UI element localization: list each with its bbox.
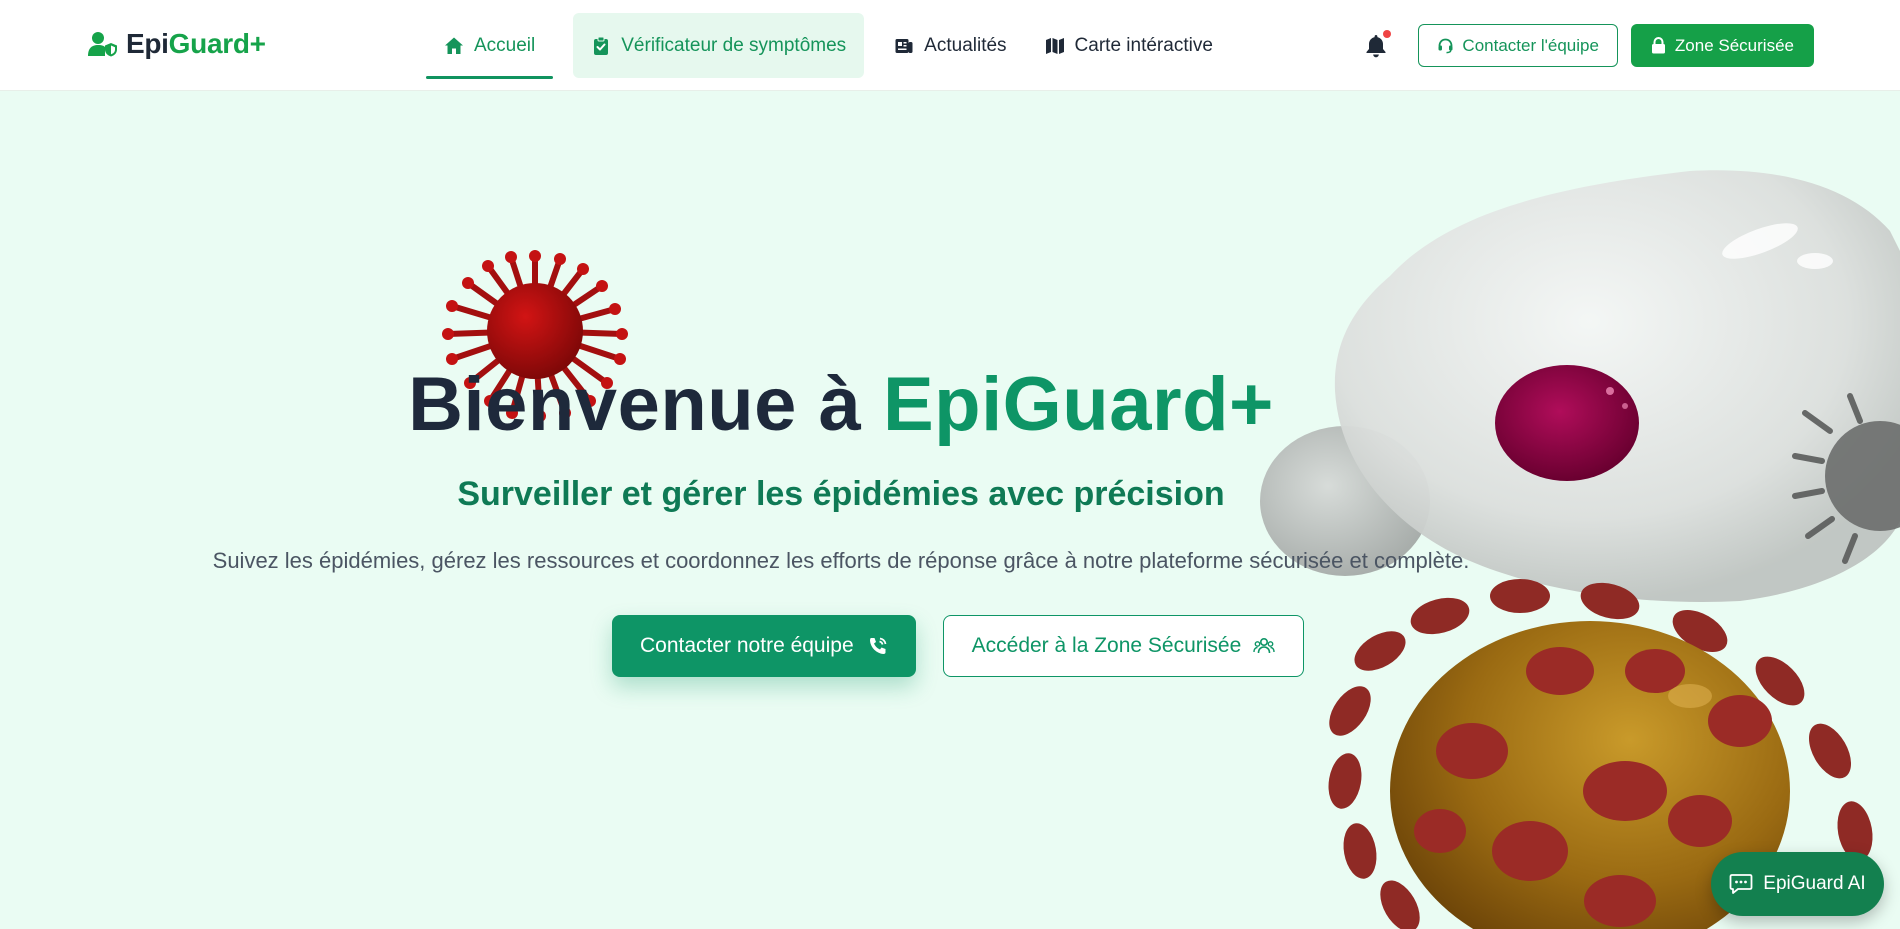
secure-zone-button[interactable]: Zone Sécurisée	[1630, 24, 1814, 67]
home-icon	[445, 37, 463, 54]
contact-our-team-label: Contacter notre équipe	[640, 634, 854, 657]
epiguard-ai-label: EpiGuard AI	[1763, 873, 1866, 894]
nav-item-accueil[interactable]: Accueil	[426, 13, 554, 79]
phone-volume-icon	[869, 637, 887, 654]
nav-label: Actualités	[924, 34, 1007, 56]
nav-item-carte[interactable]: Carte intéractive	[1027, 13, 1231, 78]
main-nav: Accueil Vérificateur de symptômes Actual…	[426, 13, 1233, 79]
nav-item-actualites[interactable]: Actualités	[876, 13, 1024, 78]
brand-name-part2: Guard+	[168, 28, 266, 59]
hero-cta-group: Contacter notre équipe Accéder à la Zone…	[612, 615, 1305, 677]
nav-label: Vérificateur de symptômes	[621, 34, 847, 56]
access-secure-zone-button[interactable]: Accéder à la Zone Sécurisée	[942, 615, 1305, 677]
contact-team-button[interactable]: Contacter l'équipe	[1418, 24, 1618, 67]
user-shield-icon	[88, 32, 117, 57]
hero-title-part2: EpiGuard+	[882, 362, 1274, 447]
nav-label: Accueil	[474, 34, 536, 56]
nav-label: Carte intéractive	[1074, 34, 1213, 56]
contact-team-label: Contacter l'équipe	[1462, 35, 1599, 55]
clipboard-check-icon	[594, 36, 609, 55]
access-secure-zone-label: Accéder à la Zone Sécurisée	[971, 634, 1242, 657]
nav-item-symptom-checker[interactable]: Vérificateur de symptômes	[573, 13, 865, 78]
hero-section: Bienvenue à EpiGuard+ Surveiller et gére…	[0, 91, 1900, 929]
brand-logo[interactable]: Epi Guard+	[88, 28, 266, 60]
contact-our-team-button[interactable]: Contacter notre équipe	[612, 615, 916, 677]
headset-icon	[1438, 38, 1453, 54]
map-icon	[1045, 37, 1064, 54]
hero-title-part1: Bienvenue à	[408, 362, 883, 447]
epiguard-ai-chat-button[interactable]: EpiGuard AI	[1711, 852, 1884, 916]
brand-name-part1: Epi	[126, 28, 169, 59]
lock-icon	[1651, 37, 1665, 54]
hero-title: Bienvenue à EpiGuard+	[0, 361, 1791, 448]
chat-bubble-icon	[1729, 874, 1753, 894]
top-navbar: Epi Guard+ Accueil Vérificateur de symptô…	[0, 0, 1900, 91]
secure-zone-label: Zone Sécurisée	[1674, 35, 1794, 55]
notifications-button[interactable]	[1361, 29, 1392, 61]
users-icon	[1253, 637, 1275, 654]
newspaper-icon	[895, 38, 913, 53]
header-actions: Contacter l'équipe Zone Sécurisée	[1361, 24, 1814, 67]
hero-description: Suivez les épidémies, gérez les ressourc…	[212, 548, 1470, 573]
hero-subtitle: Surveiller et gérer les épidémies avec p…	[457, 475, 1225, 513]
notification-dot	[1383, 29, 1392, 38]
